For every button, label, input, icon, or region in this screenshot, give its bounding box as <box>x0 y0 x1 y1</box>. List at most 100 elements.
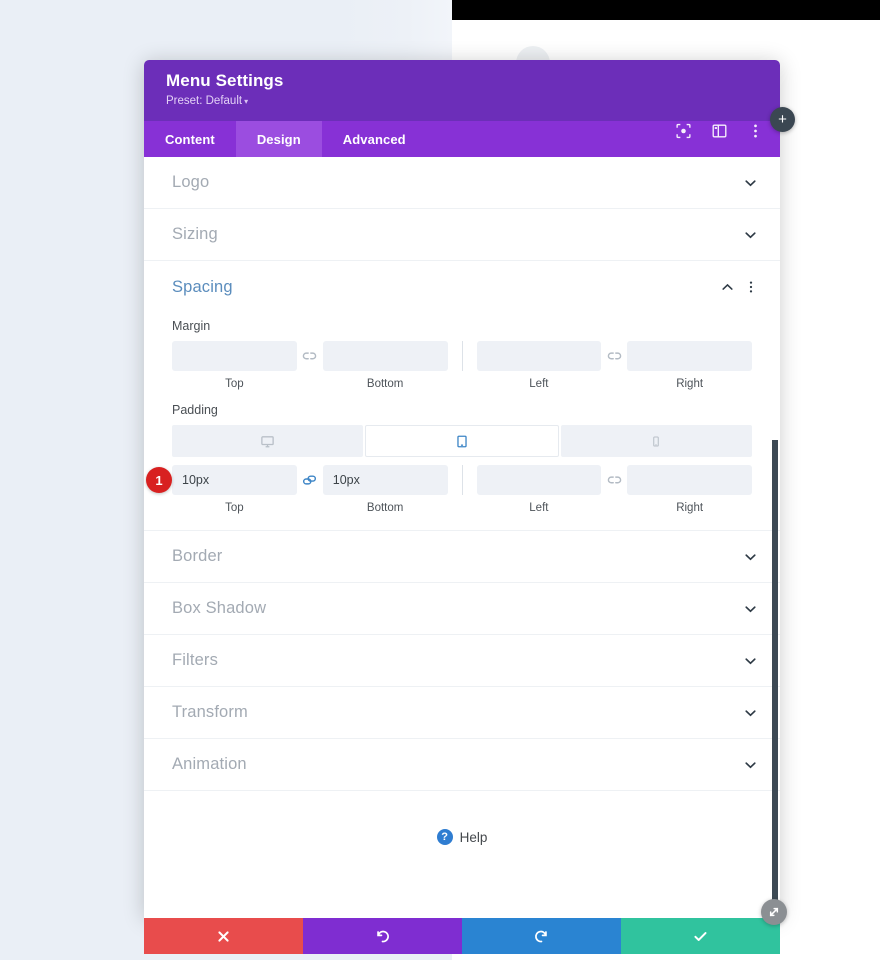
padding-left-right-group: Left Right <box>476 465 752 514</box>
chevron-down-icon[interactable] <box>743 549 758 564</box>
device-tab-phone[interactable] <box>560 425 752 457</box>
layout-panel-icon[interactable] <box>711 123 728 140</box>
undo-button[interactable] <box>303 918 462 954</box>
padding-divider <box>461 465 463 495</box>
save-button[interactable] <box>621 918 780 954</box>
section-sizing-controls <box>743 227 758 242</box>
section-logo[interactable]: Logo <box>144 157 780 209</box>
section-spacing-label: Spacing <box>172 277 233 296</box>
margin-link-left-right-button[interactable] <box>601 341 627 371</box>
padding-top-bottom-group: 10px Top 10px Bottom <box>172 465 448 514</box>
chevron-down-icon[interactable] <box>743 653 758 668</box>
padding-link-left-right-button[interactable] <box>601 465 627 495</box>
section-sizing[interactable]: Sizing <box>144 209 780 261</box>
section-box-shadow[interactable]: Box Shadow <box>144 583 780 635</box>
chevron-down-icon[interactable] <box>743 175 758 190</box>
tab-content[interactable]: Content <box>144 121 236 157</box>
section-filters[interactable]: Filters <box>144 635 780 687</box>
tab-design-label: Design <box>256 131 301 147</box>
section-transform-controls <box>743 705 758 720</box>
step-badge-number: 1 <box>155 472 163 488</box>
preset-selector[interactable]: Preset: Default ▾ <box>166 93 760 110</box>
padding-bottom-field[interactable]: 10px Bottom <box>322 465 448 514</box>
margin-top-caption: Top <box>225 378 244 390</box>
margin-label: Margin <box>172 319 211 333</box>
section-logo-controls <box>743 175 758 190</box>
question-mark-icon: ? <box>436 829 453 845</box>
margin-top-input[interactable] <box>172 341 297 371</box>
padding-bottom-caption: Bottom <box>366 502 404 514</box>
margin-left-caption: Left <box>529 378 549 390</box>
section-animation[interactable]: Animation <box>144 739 780 791</box>
margin-right-field[interactable]: Right <box>627 341 752 390</box>
section-transform-label: Transform <box>172 703 248 721</box>
tab-advanced-label: Advanced <box>342 131 406 147</box>
chevron-up-icon[interactable] <box>720 280 735 295</box>
redo-arrow-icon <box>535 930 547 942</box>
padding-top-input[interactable]: 10px <box>172 465 297 495</box>
tablet-icon <box>457 435 467 447</box>
margin-bottom-input[interactable] <box>322 341 448 371</box>
padding-top-field[interactable]: 10px Top <box>172 465 297 514</box>
section-filters-controls <box>743 653 758 668</box>
resize-diagonal-icon <box>769 907 779 917</box>
margin-left-field[interactable]: Left <box>476 341 602 390</box>
preset-label: Preset: Default <box>166 95 243 107</box>
section-transform[interactable]: Transform <box>144 687 780 739</box>
resize-handle[interactable] <box>761 899 787 925</box>
padding-left-field[interactable]: Left <box>476 465 602 514</box>
more-vertical-icon[interactable] <box>747 123 764 140</box>
chevron-down-icon[interactable] <box>743 705 758 720</box>
help-label: Help <box>459 829 488 845</box>
padding-right-caption: Right <box>676 502 704 514</box>
add-module-button[interactable]: + <box>770 107 795 132</box>
section-spacing-controls <box>720 280 758 295</box>
margin-bottom-caption: Bottom <box>366 378 404 390</box>
section-box-shadow-controls <box>743 601 758 616</box>
margin-top-field[interactable]: Top <box>172 341 297 390</box>
padding-left-input[interactable] <box>476 465 602 495</box>
section-spacing[interactable]: Spacing <box>144 261 780 313</box>
background-top-black-bar <box>452 0 880 20</box>
close-x-icon <box>218 930 229 942</box>
padding-field-group: 1 10px Top 10px Bottom Left Right <box>146 465 752 514</box>
scrollbar-track[interactable] <box>772 157 780 918</box>
header-icon-group <box>675 123 764 140</box>
desktop-icon <box>261 435 274 447</box>
phone-icon <box>653 435 660 447</box>
padding-right-input[interactable] <box>627 465 752 495</box>
cancel-button[interactable] <box>144 918 303 954</box>
margin-bottom-field[interactable]: Bottom <box>322 341 448 390</box>
checkmark-icon <box>694 931 707 941</box>
modal-footer <box>144 918 780 954</box>
chevron-down-icon[interactable] <box>743 227 758 242</box>
modal-header: Menu Settings Preset: Default ▾ <box>144 60 780 139</box>
tab-design[interactable]: Design <box>235 121 322 157</box>
margin-field-group: Top Bottom Left Right <box>172 341 752 390</box>
device-tab-tablet[interactable] <box>365 425 559 457</box>
device-tab-desktop[interactable] <box>172 425 364 457</box>
chevron-down-icon[interactable] <box>743 757 758 772</box>
plus-icon: + <box>778 111 787 128</box>
more-vertical-icon[interactable] <box>744 280 758 295</box>
margin-link-top-bottom-button[interactable] <box>297 341 323 371</box>
margin-right-caption: Right <box>676 378 704 390</box>
chevron-down-icon[interactable] <box>743 601 758 616</box>
step-badge-1: 1 <box>146 467 172 493</box>
scrollbar-thumb[interactable] <box>772 440 778 918</box>
focus-target-icon[interactable] <box>675 123 692 140</box>
margin-top-bottom-group: Top Bottom <box>172 341 448 390</box>
section-border[interactable]: Border <box>144 531 780 583</box>
padding-link-top-bottom-button[interactable] <box>297 465 323 495</box>
margin-left-input[interactable] <box>476 341 602 371</box>
margin-right-input[interactable] <box>627 341 752 371</box>
redo-button[interactable] <box>462 918 621 954</box>
padding-top-caption: Top <box>225 502 244 514</box>
help-link[interactable]: ? Help <box>144 791 780 883</box>
tab-advanced[interactable]: Advanced <box>322 121 427 157</box>
padding-label: Padding <box>172 403 218 417</box>
tab-content-label: Content <box>165 131 215 147</box>
padding-right-field[interactable]: Right <box>627 465 752 514</box>
spacing-section-body: Margin Top Bottom Left Right Padding 1 1… <box>144 319 780 531</box>
padding-bottom-input[interactable]: 10px <box>322 465 448 495</box>
